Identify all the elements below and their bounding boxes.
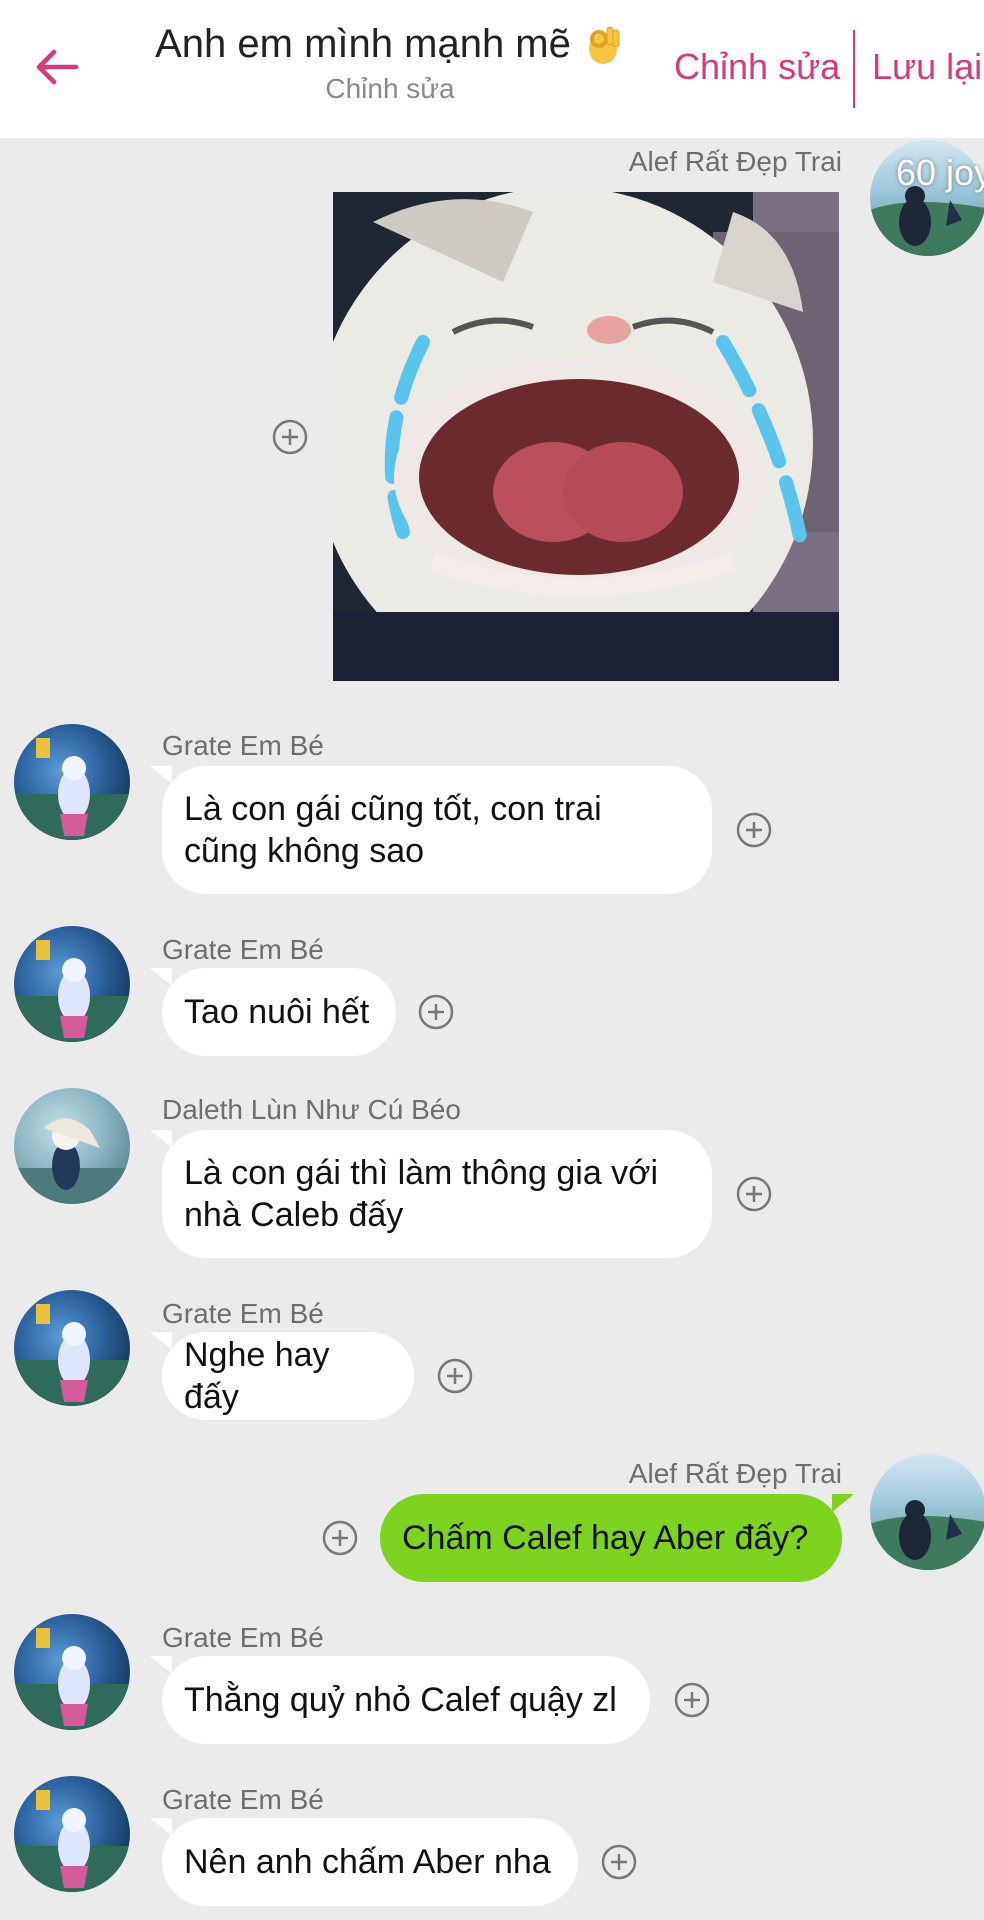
avatar[interactable] — [14, 1776, 130, 1892]
avatar[interactable] — [14, 1088, 130, 1204]
message-text-line: cũng không sao — [184, 832, 425, 870]
message-bubble[interactable]: Nên anh chấm Aber nha — [162, 1818, 578, 1906]
avatar[interactable] — [14, 1614, 130, 1730]
message-text-line: Là con gái thì làm thông gia với — [184, 1154, 659, 1192]
message-bubble[interactable]: Chấm Calef hay Aber đấy? — [380, 1494, 842, 1582]
add-reaction-icon[interactable] — [321, 1519, 359, 1557]
sender-name: Grate Em Bé — [162, 1298, 324, 1329]
message-text-line: Chấm Calef hay Aber đấy? — [402, 1519, 809, 1557]
avatar[interactable] — [14, 926, 130, 1042]
add-reaction-icon[interactable] — [735, 811, 773, 849]
sender-name: Alef Rất Đẹp Trai — [628, 146, 842, 177]
chat-subtitle: Chỉnh sửa — [325, 73, 455, 104]
message-text-line: Thằng quỷ nhỏ Calef quậy zl — [184, 1681, 617, 1719]
avatar[interactable] — [14, 724, 130, 840]
message-bubble[interactable]: Thằng quỷ nhỏ Calef quậy zl — [162, 1656, 650, 1744]
chat-title: Anh em mình mạnh mẽ — [155, 22, 571, 66]
edit-button[interactable]: Chỉnh sửa — [674, 46, 840, 88]
save-button[interactable]: Lưu lại — [872, 46, 982, 88]
message-text-line: Tao nuôi hết — [184, 993, 370, 1031]
message-bubble[interactable]: Là con gái thì làm thông gia với nhà Cal… — [162, 1130, 712, 1258]
message-text-line: Là con gái cũng tốt, con trai — [184, 790, 602, 828]
avatar-badge-text: 60 joy — [896, 152, 984, 193]
header-divider — [853, 30, 855, 108]
add-reaction-icon[interactable] — [417, 993, 455, 1031]
chat-header: Anh em mình mạnh mẽ Chỉnh sửa Chỉnh sửa … — [0, 0, 984, 138]
sender-name: Alef Rất Đẹp Trai — [628, 1458, 842, 1489]
back-arrow-icon[interactable] — [32, 42, 82, 92]
message-bubble[interactable]: Tao nuôi hết — [162, 968, 396, 1056]
add-reaction-icon[interactable] — [600, 1843, 638, 1881]
crying-cat-photo[interactable] — [333, 192, 839, 681]
avatar[interactable] — [14, 1290, 130, 1406]
message-bubble[interactable]: Là con gái cũng tốt, con trai cũng không… — [162, 766, 712, 894]
sender-name: Grate Em Bé — [162, 934, 324, 965]
chat-title-area: Anh em mình mạnh mẽ Chỉnh sửa — [130, 22, 650, 105]
sender-name: Grate Em Bé — [162, 1784, 324, 1815]
sender-name: Grate Em Bé — [162, 730, 324, 761]
avatar[interactable] — [870, 1454, 984, 1570]
add-reaction-icon[interactable] — [271, 418, 309, 456]
ok-hand-emoji-icon — [588, 26, 620, 64]
sender-name: Daleth Lùn Như Cú Béo — [162, 1094, 461, 1125]
add-reaction-icon[interactable] — [673, 1681, 711, 1719]
message-text-line: Nên anh chấm Aber nha — [184, 1843, 551, 1881]
add-reaction-icon[interactable] — [436, 1357, 474, 1395]
add-reaction-icon[interactable] — [735, 1175, 773, 1213]
crying-cat-image — [333, 192, 839, 681]
message-text-line: nhà Caleb đấy — [184, 1196, 404, 1234]
message-text-line: Nghe hay đấy — [184, 1336, 330, 1416]
sender-name: Grate Em Bé — [162, 1622, 324, 1653]
message-bubble[interactable]: Nghe hay đấy — [162, 1332, 414, 1420]
